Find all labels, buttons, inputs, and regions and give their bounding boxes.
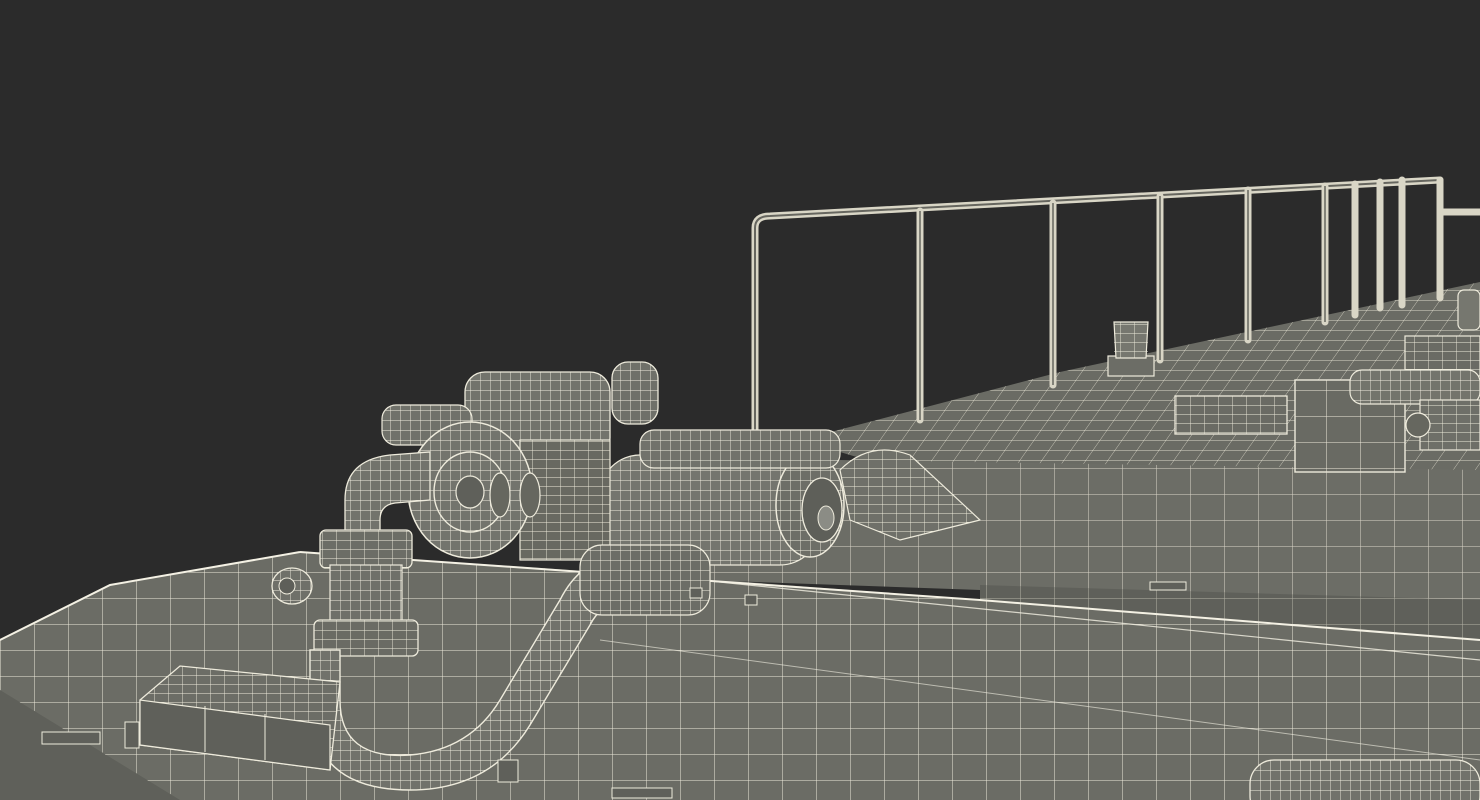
wireframe-render-viewport [0,0,1480,800]
wireframe-scene [0,0,1480,800]
mooring-bollard [1107,321,1155,377]
small-side-valve [271,567,313,605]
lower-right-cylinder [1249,759,1480,800]
